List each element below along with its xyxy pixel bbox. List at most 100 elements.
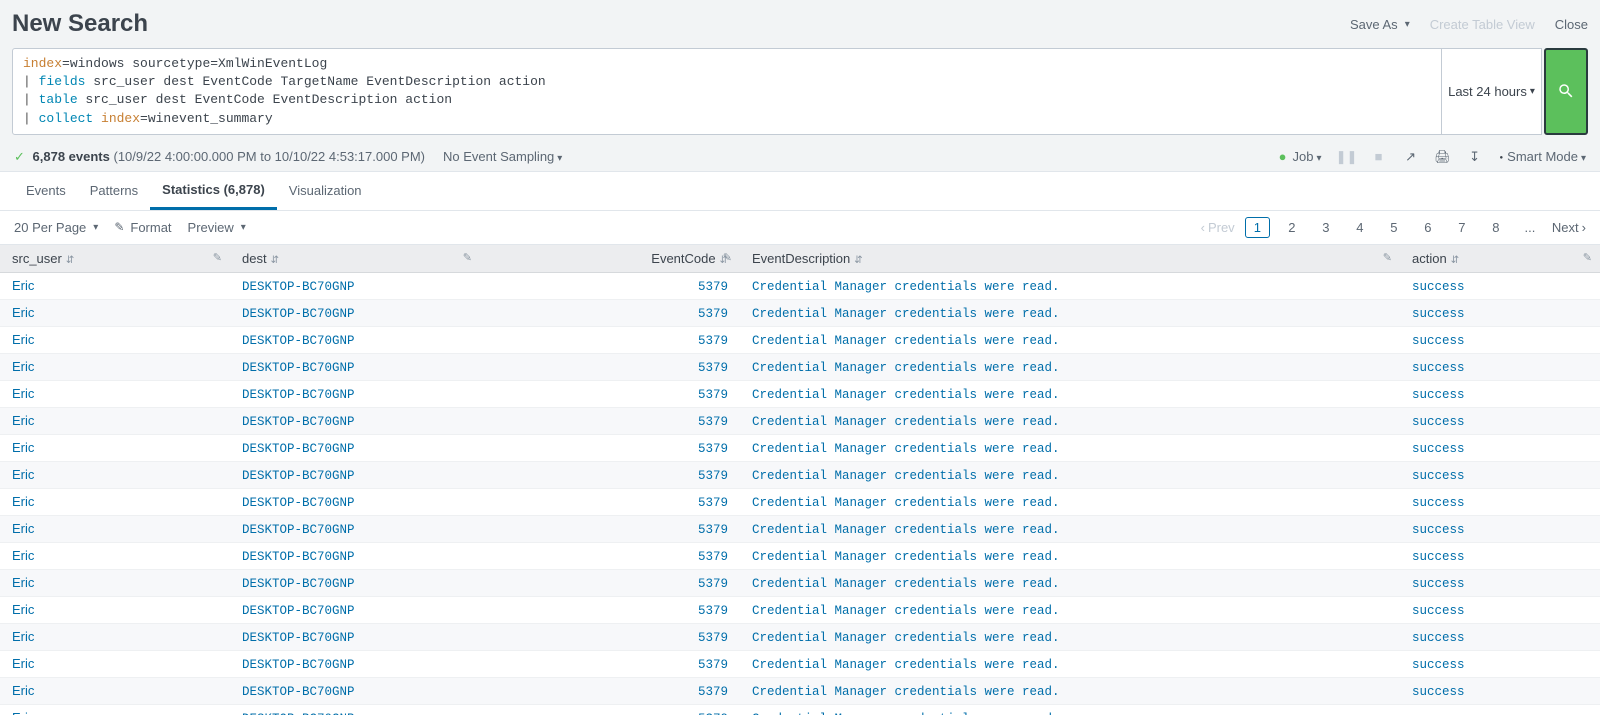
col-event-description[interactable]: EventDescription✎ — [740, 245, 1400, 273]
pencil-icon[interactable]: ✎ — [213, 251, 222, 264]
cell-action[interactable]: success — [1412, 442, 1465, 456]
table-row[interactable]: Eric DESKTOP-BC70GNP 5379 Credential Manage… — [0, 488, 1600, 515]
close-button[interactable]: Close — [1555, 17, 1588, 32]
cell-event-description[interactable]: Credential Manager credentials were read… — [752, 334, 1060, 348]
cell-src-user[interactable]: Eric — [12, 683, 34, 698]
cell-dest[interactable]: DESKTOP-BC70GNP — [242, 604, 355, 618]
cell-event-code[interactable]: 5379 — [698, 685, 728, 699]
cell-dest[interactable]: DESKTOP-BC70GNP — [242, 388, 355, 402]
table-row[interactable]: Eric DESKTOP-BC70GNP 5379 Credential Manage… — [0, 704, 1600, 715]
cell-src-user[interactable]: Eric — [12, 305, 34, 320]
cell-event-code[interactable]: 5379 — [698, 469, 728, 483]
cell-dest[interactable]: DESKTOP-BC70GNP — [242, 631, 355, 645]
cell-dest[interactable]: DESKTOP-BC70GNP — [242, 496, 355, 510]
table-row[interactable]: EricDESKTOP-BC70GNP5379Credential Manage… — [0, 461, 1600, 488]
cell-src-user[interactable]: Eric — [12, 710, 34, 715]
cell-dest[interactable]: DESKTOP-BC70GNP — [242, 550, 355, 564]
table-row[interactable]: EricDESKTOP-BC70GNP5379Credential Manage… — [0, 542, 1600, 569]
cell-dest[interactable]: DESKTOP-BC70GNP — [242, 280, 355, 294]
cell-dest[interactable]: DESKTOP-BC70GNP — [242, 658, 355, 672]
page-3[interactable]: 3 — [1314, 220, 1338, 235]
cell-action[interactable]: success — [1412, 415, 1465, 429]
table-row[interactable]: EricDESKTOP-BC70GNP5379Credential Manage… — [0, 272, 1600, 299]
download-icon[interactable]: ↧ — [1468, 150, 1482, 164]
page-1[interactable]: 1 — [1245, 217, 1270, 238]
cell-event-description[interactable]: Credential Manager credentials were read… — [752, 577, 1060, 591]
table-row[interactable]: EricDESKTOP-BC70GNP5379Credential Manage… — [0, 434, 1600, 461]
page-5[interactable]: 5 — [1382, 220, 1406, 235]
cell-event-code[interactable]: 5379 — [698, 712, 728, 715]
table-row[interactable]: EricDESKTOP-BC70GNP5379Credential Manage… — [0, 407, 1600, 434]
cell-action[interactable]: success — [1412, 604, 1465, 618]
cell-dest[interactable]: DESKTOP-BC70GNP — [242, 469, 355, 483]
tab-events[interactable]: Events — [14, 173, 78, 208]
per-page-menu[interactable]: 20 Per Page — [14, 220, 98, 235]
cell-event-description[interactable]: Credential Manager credentials were read… — [752, 361, 1060, 375]
page-6[interactable]: 6 — [1416, 220, 1440, 235]
search-input[interactable]: index=windows sourcetype=XmlWinEventLog|… — [12, 48, 1442, 135]
cell-event-description[interactable]: Credential Manager credentials were read… — [752, 712, 1060, 715]
cell-dest[interactable]: DESKTOP-BC70GNP — [242, 361, 355, 375]
cell-src-user[interactable]: Eric — [12, 413, 34, 428]
cell-action[interactable]: success — [1412, 361, 1465, 375]
table-row[interactable]: EricDESKTOP-BC70GNP5379Credential Manage… — [0, 353, 1600, 380]
cell-event-code[interactable]: 5379 — [698, 550, 728, 564]
table-row[interactable]: EricDESKTOP-BC70GNP5379Credential Manage… — [0, 515, 1600, 542]
pencil-icon[interactable]: ✎ — [463, 251, 472, 264]
cell-action[interactable]: success — [1412, 334, 1465, 348]
table-row[interactable]: EricDESKTOP-BC70GNP5379Credential Manage… — [0, 623, 1600, 650]
cell-src-user[interactable]: Eric — [12, 656, 34, 671]
cell-action[interactable]: success — [1412, 280, 1465, 294]
table-row[interactable]: Eric DESKTOP-BC70GNP 5379 Credential Manage… — [0, 596, 1600, 623]
cell-event-code[interactable]: 5379 — [698, 334, 728, 348]
cell-event-description[interactable]: Credential Manager credentials were read… — [752, 442, 1060, 456]
table-row[interactable]: EricDESKTOP-BC70GNP5379Credential Manage… — [0, 380, 1600, 407]
table-row[interactable]: EricDESKTOP-BC70GNP5379Credential Manage… — [0, 650, 1600, 677]
col-action[interactable]: action✎ — [1400, 245, 1600, 273]
cell-event-description[interactable]: Credential Manager credentials were read… — [752, 604, 1060, 618]
cell-src-user[interactable]: Eric — [12, 629, 34, 644]
cell-event-description[interactable]: Credential Manager credentials were read… — [752, 685, 1060, 699]
share-icon[interactable]: ↗ — [1404, 150, 1418, 164]
cell-event-description[interactable]: Credential Manager credentials were read… — [752, 415, 1060, 429]
page-7[interactable]: 7 — [1450, 220, 1474, 235]
cell-event-code[interactable]: 5379 — [698, 280, 728, 294]
cell-dest[interactable]: DESKTOP-BC70GNP — [242, 334, 355, 348]
event-sampling-menu[interactable]: No Event Sampling — [443, 149, 562, 164]
cell-action[interactable]: success — [1412, 550, 1465, 564]
cell-src-user[interactable]: Eric — [12, 332, 34, 347]
cell-event-code[interactable]: 5379 — [698, 604, 728, 618]
page-4[interactable]: 4 — [1348, 220, 1372, 235]
cell-dest[interactable]: DESKTOP-BC70GNP — [242, 712, 355, 715]
cell-src-user[interactable]: Eric — [12, 548, 34, 563]
cell-action[interactable]: success — [1412, 388, 1465, 402]
tab-statistics[interactable]: Statistics (6,878) — [150, 172, 277, 210]
time-range-picker[interactable]: Last 24 hours — [1442, 48, 1542, 135]
cell-event-code[interactable]: 5379 — [698, 496, 728, 510]
preview-menu[interactable]: Preview — [188, 220, 246, 235]
cell-action[interactable]: success — [1412, 496, 1465, 510]
cell-src-user[interactable]: Eric — [12, 602, 34, 617]
cell-src-user[interactable]: Eric — [12, 386, 34, 401]
cell-action[interactable]: success — [1412, 712, 1465, 715]
cell-action[interactable]: success — [1412, 685, 1465, 699]
smart-mode-menu[interactable]: Smart Mode — [1500, 149, 1586, 164]
next-page[interactable]: Next — [1552, 220, 1586, 235]
cell-action[interactable]: success — [1412, 523, 1465, 537]
cell-dest[interactable]: DESKTOP-BC70GNP — [242, 415, 355, 429]
table-row[interactable]: EricDESKTOP-BC70GNP5379Credential Manage… — [0, 569, 1600, 596]
cell-event-code[interactable]: 5379 — [698, 388, 728, 402]
cell-src-user[interactable]: Eric — [12, 521, 34, 536]
tab-visualization[interactable]: Visualization — [277, 173, 374, 208]
cell-dest[interactable]: DESKTOP-BC70GNP — [242, 523, 355, 537]
page-8[interactable]: 8 — [1484, 220, 1508, 235]
cell-event-description[interactable]: Credential Manager credentials were read… — [752, 496, 1060, 510]
cell-event-description[interactable]: Credential Manager credentials were read… — [752, 307, 1060, 321]
cell-action[interactable]: success — [1412, 658, 1465, 672]
cell-action[interactable]: success — [1412, 307, 1465, 321]
tab-patterns[interactable]: Patterns — [78, 173, 150, 208]
col-src-user[interactable]: src_user✎ — [0, 245, 230, 273]
cell-dest[interactable]: DESKTOP-BC70GNP — [242, 685, 355, 699]
cell-src-user[interactable]: Eric — [12, 494, 34, 509]
cell-event-code[interactable]: 5379 — [698, 577, 728, 591]
